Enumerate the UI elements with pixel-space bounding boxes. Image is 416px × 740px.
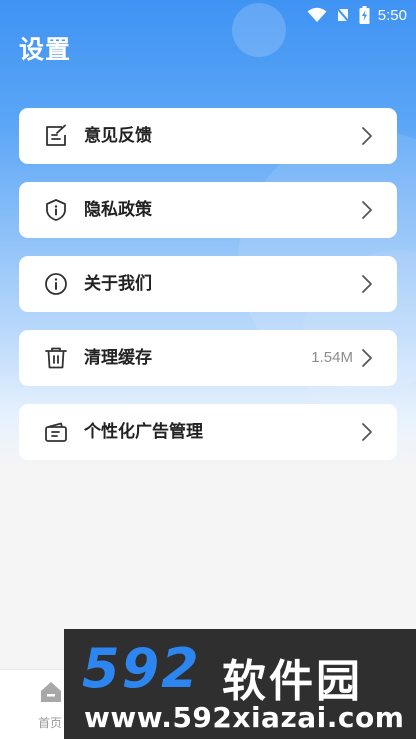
settings-item-label: 清理缓存: [84, 348, 152, 368]
ad-card-icon: [45, 422, 67, 442]
status-bar: 5:50: [0, 0, 416, 30]
page-title: 设置: [19, 35, 72, 64]
settings-item-about[interactable]: 关于我们: [19, 256, 397, 312]
no-signal-icon: [336, 7, 350, 23]
trash-icon: [45, 347, 67, 369]
info-circle-icon: [45, 273, 67, 295]
home-icon: [41, 682, 61, 702]
chevron-right-icon: [362, 423, 372, 441]
watermark-url: www.592xiazai.com: [84, 701, 405, 734]
settings-item-label: 隐私政策: [84, 200, 152, 220]
chevron-right-icon: [362, 201, 372, 219]
settings-item-label: 意见反馈: [84, 126, 152, 146]
settings-item-clear-cache[interactable]: 清理缓存 1.54M: [19, 330, 397, 386]
chevron-right-icon: [362, 349, 372, 367]
settings-item-feedback[interactable]: 意见反馈: [19, 108, 397, 164]
chevron-right-icon: [362, 275, 372, 293]
settings-item-ad-personalization[interactable]: 个性化广告管理: [19, 404, 397, 460]
tab-home-label: 首页: [38, 716, 63, 730]
watermark-logo: 592: [82, 637, 201, 700]
watermark-name: 软件园: [222, 656, 363, 707]
privacy-shield-icon: [46, 199, 66, 221]
status-time: 5:50: [377, 6, 407, 24]
cache-size-value: 1.54M: [311, 349, 353, 366]
chevron-right-icon: [362, 127, 372, 145]
settings-item-label: 个性化广告管理: [84, 422, 203, 442]
battery-charging-icon: [359, 6, 370, 24]
wifi-icon: [307, 7, 327, 22]
settings-item-privacy[interactable]: 隐私政策: [19, 182, 397, 238]
feedback-edit-icon: [46, 124, 66, 146]
settings-item-label: 关于我们: [84, 274, 152, 294]
watermark-overlay: 592 软件园 www.592xiazai.com: [64, 629, 416, 739]
